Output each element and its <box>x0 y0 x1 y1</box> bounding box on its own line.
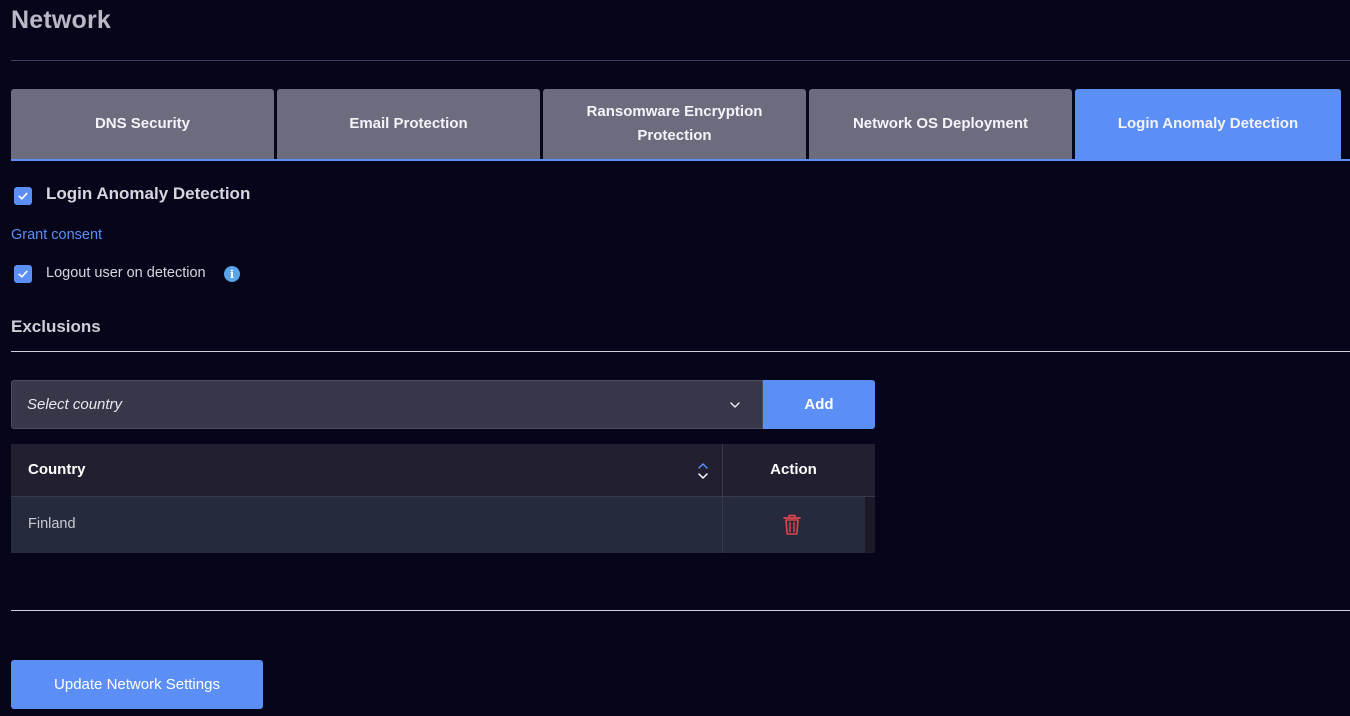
column-separator <box>722 497 723 553</box>
page-title: Network <box>11 6 112 34</box>
logout-user-checkbox[interactable] <box>14 265 32 283</box>
title-divider <box>11 60 1350 61</box>
tab-email-protection[interactable]: Email Protection <box>277 89 540 159</box>
country-cell: Finland <box>28 516 76 532</box>
column-header-country[interactable]: Country <box>28 461 86 478</box>
logout-user-label: Logout user on detection <box>46 265 206 281</box>
update-network-settings-button[interactable]: Update Network Settings <box>11 660 263 709</box>
table-header: Country Action <box>11 444 875 497</box>
table-scrollbar[interactable] <box>865 497 875 553</box>
exclusions-heading: Exclusions <box>11 317 101 336</box>
trash-icon[interactable] <box>782 514 802 536</box>
check-icon <box>18 192 28 200</box>
chevron-down-icon <box>730 402 740 408</box>
exclusions-table: Country Action Finland <box>11 444 875 553</box>
sort-icon[interactable] <box>697 460 709 482</box>
tab-underline <box>11 159 1350 161</box>
tab-ransomware-encryption-protection[interactable]: Ransomware Encryption Protection <box>543 89 806 159</box>
login-anomaly-detection-checkbox[interactable] <box>14 187 32 205</box>
tab-login-anomaly-detection[interactable]: Login Anomaly Detection <box>1075 89 1341 159</box>
bottom-divider <box>11 610 1350 611</box>
login-anomaly-detection-label: Login Anomaly Detection <box>46 184 251 203</box>
add-button[interactable]: Add <box>763 380 875 429</box>
network-settings-page: Network DNS Security Email Protection Ra… <box>0 0 1350 716</box>
column-header-action: Action <box>770 461 817 478</box>
country-select-placeholder: Select country <box>27 396 123 413</box>
table-row: Finland <box>11 497 875 553</box>
tab-dns-security[interactable]: DNS Security <box>11 89 274 159</box>
grant-consent-link[interactable]: Grant consent <box>11 227 102 243</box>
info-icon[interactable]: i <box>224 266 240 282</box>
country-select[interactable]: Select country <box>11 380 763 429</box>
tab-bar: DNS Security Email Protection Ransomware… <box>11 89 1350 161</box>
tab-network-os-deployment[interactable]: Network OS Deployment <box>809 89 1072 159</box>
exclusions-divider <box>11 351 1350 352</box>
check-icon <box>18 270 28 278</box>
